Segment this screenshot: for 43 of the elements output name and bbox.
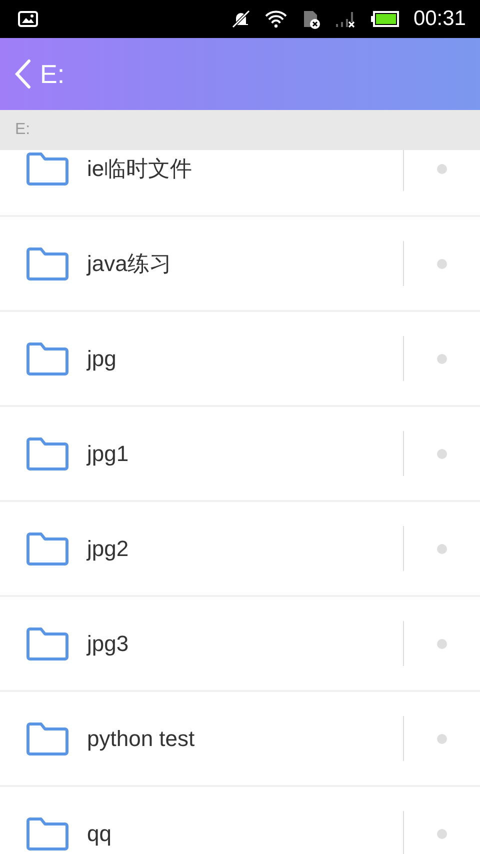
- folder-icon: [26, 626, 69, 660]
- folder-name: java练习: [87, 250, 172, 278]
- battery-icon: [371, 11, 400, 27]
- folder-icon: [26, 722, 69, 756]
- folder-row[interactable]: jpg: [0, 312, 480, 407]
- status-time: 00:31: [413, 7, 466, 31]
- folder-name: ie临时文件: [87, 154, 194, 182]
- folder-row[interactable]: qq: [0, 787, 480, 854]
- dot-icon: [437, 638, 447, 648]
- dot-icon: [437, 164, 447, 174]
- dot-icon: [437, 258, 447, 268]
- back-button[interactable]: [14, 59, 32, 89]
- folder-row[interactable]: java练习: [0, 217, 480, 312]
- folder-icon: [26, 436, 69, 470]
- folder-icon: [26, 246, 69, 280]
- wifi-icon: [265, 10, 288, 28]
- folder-row[interactable]: ie临时文件: [0, 150, 480, 217]
- folder-icon: [26, 342, 69, 376]
- folder-name: python test: [87, 726, 196, 752]
- no-signal-icon: [335, 10, 358, 28]
- folder-icon: [26, 152, 69, 186]
- muted-bell-icon: [231, 9, 252, 29]
- folder-icon: [26, 532, 69, 566]
- folder-name: jpg2: [87, 536, 130, 562]
- back-icon: [14, 59, 32, 89]
- folder-row[interactable]: jpg3: [0, 597, 480, 692]
- path-text: E:: [15, 121, 30, 139]
- dot-icon: [437, 448, 447, 458]
- sim-card-error-icon: [301, 9, 322, 29]
- dot-icon: [437, 354, 447, 364]
- image-icon: [18, 11, 38, 27]
- folder-row[interactable]: python test: [0, 692, 480, 787]
- folder-name: qq: [87, 820, 112, 846]
- dot-icon: [437, 544, 447, 554]
- folder-name: jpg: [87, 346, 118, 372]
- folder-row[interactable]: jpg2: [0, 502, 480, 597]
- folder-name: jpg1: [87, 440, 130, 466]
- folder-name: jpg3: [87, 630, 130, 656]
- folder-row[interactable]: jpg1: [0, 407, 480, 502]
- header-title: E:: [40, 58, 65, 90]
- folder-icon: [26, 816, 69, 850]
- dot-icon: [437, 734, 447, 744]
- dot-icon: [437, 828, 447, 838]
